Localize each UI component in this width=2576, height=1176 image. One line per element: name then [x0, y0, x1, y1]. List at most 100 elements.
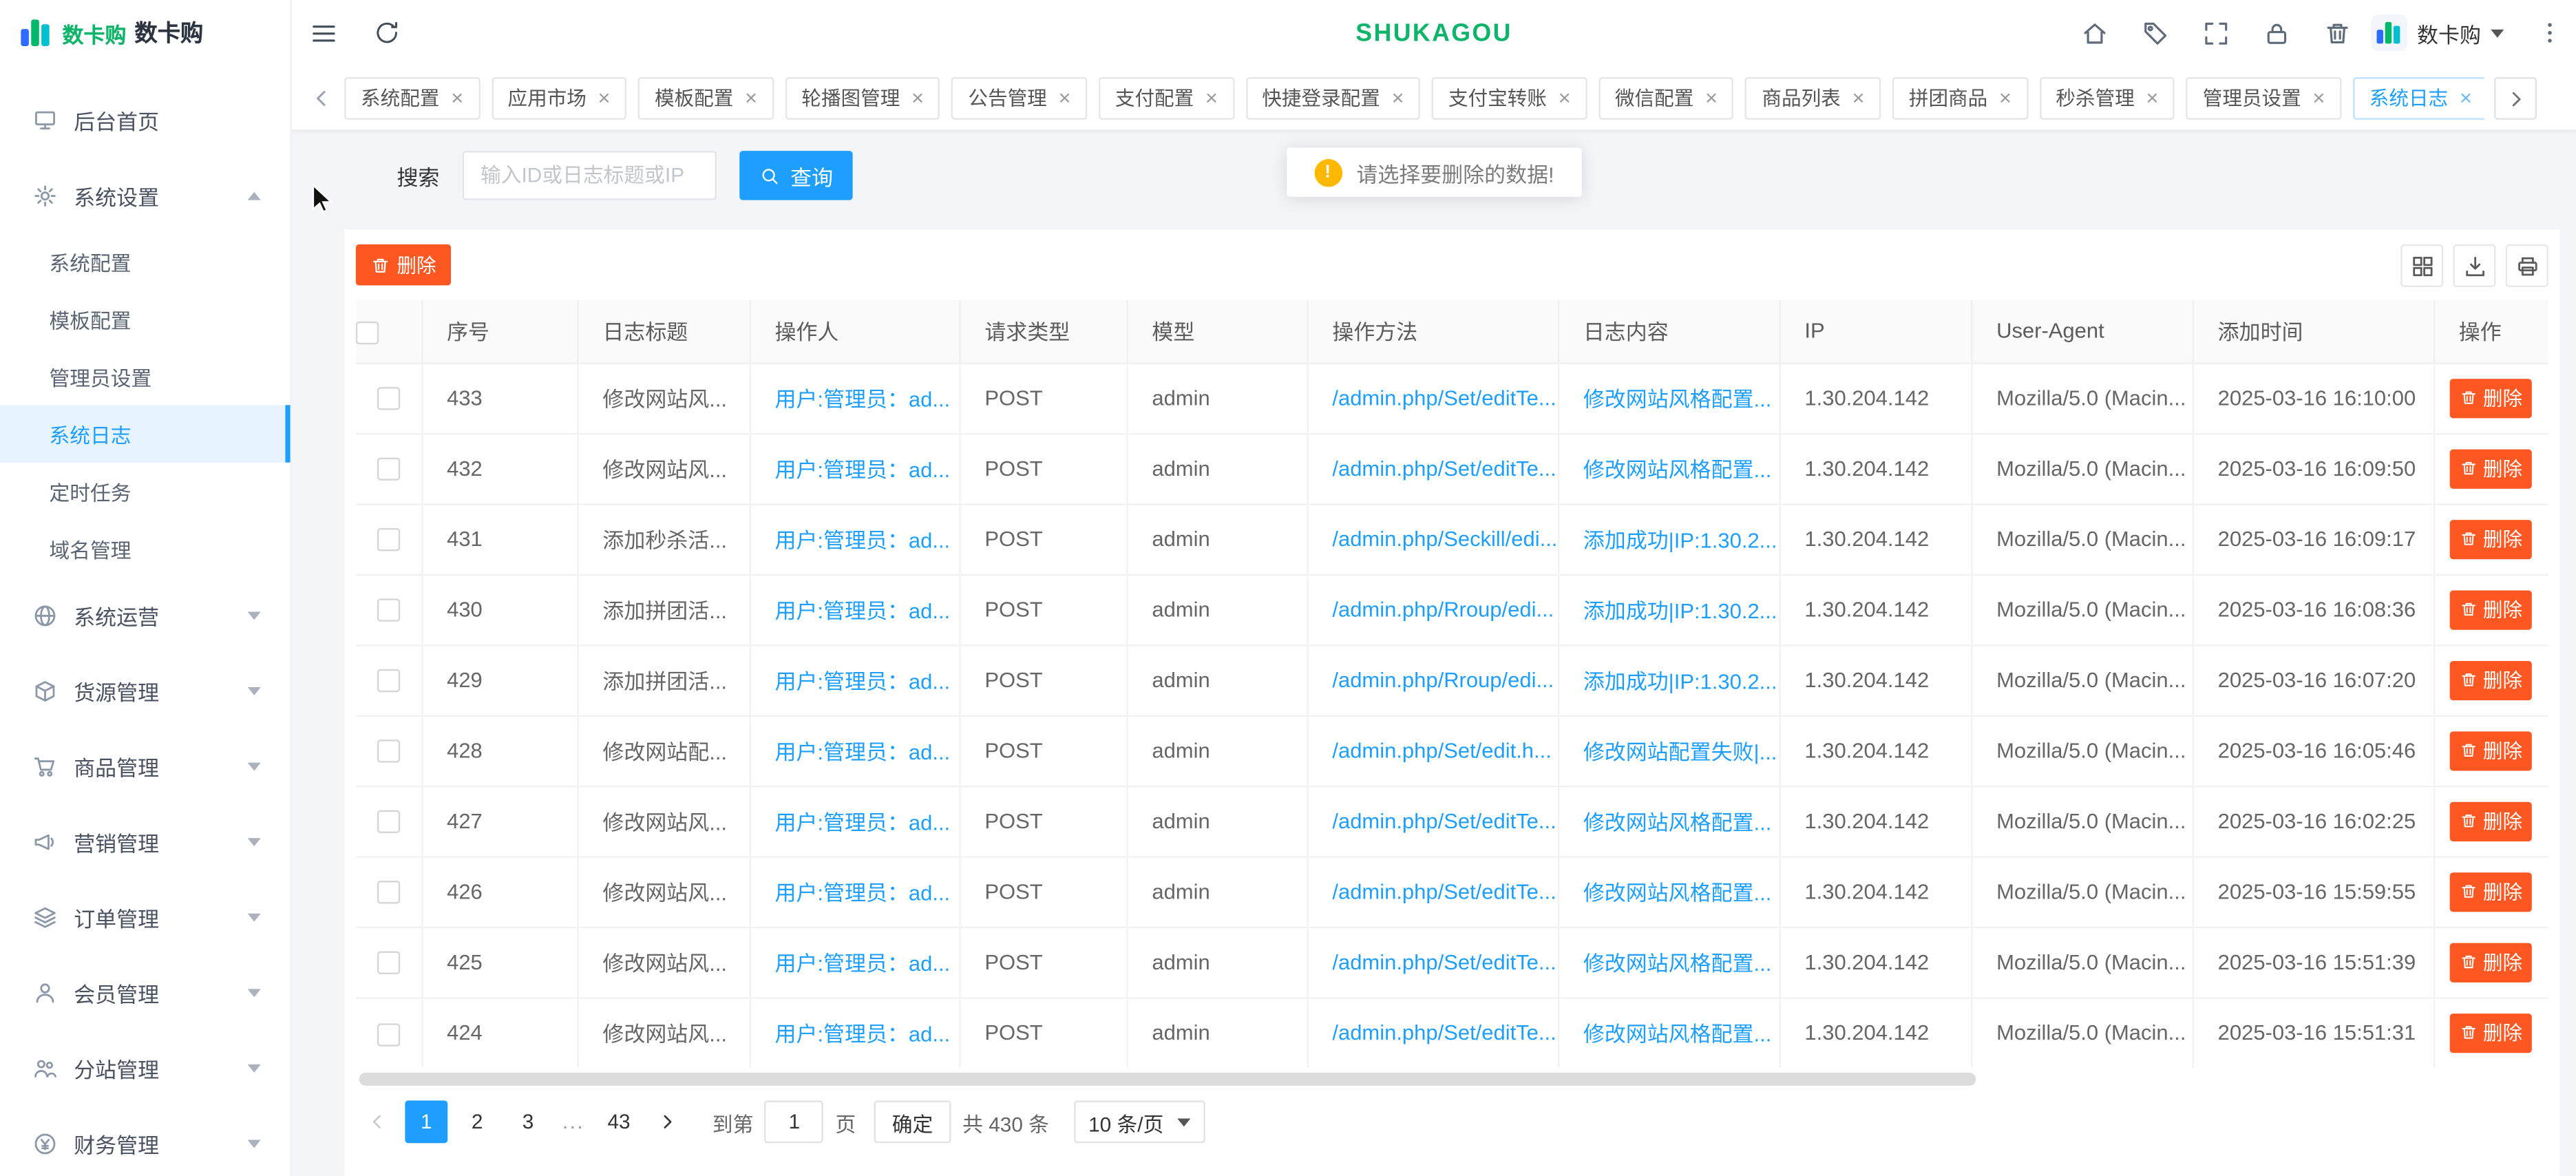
row-delete-button[interactable]: 删除 — [2450, 731, 2532, 770]
sidebar-item-product-management[interactable]: 商品管理 — [0, 728, 291, 804]
cell-action-link[interactable]: /admin.php/Set/editTe... — [1307, 997, 1557, 1067]
collapse-sidebar-button[interactable] — [292, 0, 356, 65]
cell-action-link[interactable]: /admin.php/Set/editTe... — [1307, 362, 1557, 432]
cell-content-link[interactable]: 添加成功|IP:1.30.2... — [1558, 503, 1780, 574]
row-checkbox[interactable] — [377, 599, 399, 622]
sidebar-item-system-config[interactable]: 系统配置 — [0, 233, 291, 290]
sidebar-item-marketing-management[interactable]: 营销管理 — [0, 804, 291, 879]
tab-close-icon[interactable]: × — [1392, 87, 1404, 108]
tab[interactable]: 支付宝转账 × — [1432, 76, 1587, 119]
cell-content-link[interactable]: 修改网站风格配置... — [1558, 927, 1780, 997]
cell-action-link[interactable]: /admin.php/Set/edit.h... — [1307, 715, 1557, 786]
sidebar-item-home[interactable]: 后台首页 — [0, 82, 291, 158]
sidebar-item-member-management[interactable]: 会员管理 — [0, 954, 291, 1030]
row-checkbox[interactable] — [377, 740, 399, 763]
pagination-next-icon[interactable] — [648, 1100, 688, 1143]
row-delete-button[interactable]: 删除 — [2450, 801, 2532, 841]
cell-operator-link[interactable]: 用户:管理员：ad... — [750, 997, 960, 1067]
tab-close-icon[interactable]: × — [1205, 87, 1218, 108]
goto-page-input[interactable] — [765, 1100, 824, 1143]
sidebar-item-system-settings[interactable]: 系统设置 — [0, 158, 291, 233]
cell-content-link[interactable]: 修改网站风格配置... — [1558, 856, 1780, 926]
row-delete-button[interactable]: 删除 — [2450, 448, 2532, 487]
tab[interactable]: 支付配置 × — [1099, 76, 1234, 119]
cell-action-link[interactable]: /admin.php/Rroup/edi... — [1307, 644, 1557, 715]
row-delete-button[interactable]: 删除 — [2450, 589, 2532, 629]
tab[interactable]: 快捷登录配置 × — [1246, 76, 1421, 119]
tabs-scroll-left-icon[interactable] — [308, 85, 335, 112]
tab[interactable]: 拼团商品 × — [1892, 76, 2028, 119]
tab[interactable]: 商品列表 × — [1746, 76, 1881, 119]
sidebar-item-substation-management[interactable]: 分站管理 — [0, 1030, 291, 1106]
refresh-button[interactable] — [356, 0, 419, 65]
cell-operator-link[interactable]: 用户:管理员：ad... — [750, 715, 960, 786]
query-button[interactable]: 查询 — [739, 151, 852, 200]
tab[interactable]: 模板配置 × — [638, 76, 774, 119]
tag-icon[interactable] — [2142, 19, 2169, 46]
fullscreen-icon[interactable] — [2202, 19, 2230, 46]
row-checkbox[interactable] — [377, 952, 399, 974]
row-delete-button[interactable]: 删除 — [2450, 519, 2532, 558]
cell-operator-link[interactable]: 用户:管理员：ad... — [750, 786, 960, 856]
tab-close-icon[interactable]: × — [1705, 87, 1718, 108]
sidebar-item-system-operations[interactable]: 系统运营 — [0, 577, 291, 653]
tab[interactable]: 公告管理 × — [952, 76, 1088, 119]
cell-action-link[interactable]: /admin.php/Set/editTe... — [1307, 433, 1557, 503]
row-checkbox[interactable] — [377, 1022, 399, 1045]
print-icon[interactable] — [2506, 244, 2548, 287]
cell-action-link[interactable]: /admin.php/Seckill/edi... — [1307, 503, 1557, 574]
row-delete-button[interactable]: 删除 — [2450, 660, 2532, 700]
cell-action-link[interactable]: /admin.php/Set/editTe... — [1307, 927, 1557, 997]
cell-content-link[interactable]: 添加成功|IP:1.30.2... — [1558, 574, 1780, 644]
tab[interactable]: 微信配置 × — [1598, 76, 1734, 119]
search-input[interactable] — [463, 151, 717, 200]
cell-action-link[interactable]: /admin.php/Set/editTe... — [1307, 786, 1557, 856]
cell-operator-link[interactable]: 用户:管理员：ad... — [750, 433, 960, 503]
delete-button[interactable]: 删除 — [356, 244, 451, 286]
cell-operator-link[interactable]: 用户:管理员：ad... — [750, 927, 960, 997]
tab-close-icon[interactable]: × — [1852, 87, 1864, 108]
row-delete-button[interactable]: 删除 — [2450, 872, 2532, 911]
tab[interactable]: 轮播图管理 × — [785, 76, 940, 119]
sidebar-item-admin-settings[interactable]: 管理员设置 — [0, 348, 291, 405]
cell-content-link[interactable]: 修改网站风格配置... — [1558, 433, 1780, 503]
tab-close-icon[interactable]: × — [451, 87, 463, 108]
cell-content-link[interactable]: 修改网站风格配置... — [1558, 786, 1780, 856]
tab[interactable]: 秒杀管理 × — [2040, 76, 2175, 119]
goto-confirm-button[interactable]: 确定 — [874, 1100, 951, 1143]
tab-close-icon[interactable]: × — [1559, 87, 1571, 108]
tab-close-icon[interactable]: × — [2312, 87, 2325, 108]
cell-operator-link[interactable]: 用户:管理员：ad... — [750, 362, 960, 432]
horizontal-scrollbar[interactable] — [359, 1073, 2545, 1086]
cell-action-link[interactable]: /admin.php/Set/editTe... — [1307, 856, 1557, 926]
tab-close-icon[interactable]: × — [911, 87, 924, 108]
row-delete-button[interactable]: 删除 — [2450, 1013, 2532, 1052]
row-checkbox[interactable] — [377, 881, 399, 904]
sidebar-item-order-management[interactable]: 订单管理 — [0, 879, 291, 955]
filter-columns-icon[interactable] — [2400, 244, 2443, 287]
tab[interactable]: 系统配置 × — [344, 76, 480, 119]
pagination-page-2[interactable]: 2 — [456, 1100, 498, 1143]
sidebar-item-supply-management[interactable]: 货源管理 — [0, 653, 291, 728]
row-checkbox[interactable] — [377, 670, 399, 693]
tab-close-icon[interactable]: × — [598, 87, 611, 108]
cell-content-link[interactable]: 修改网站风格配置... — [1558, 997, 1780, 1067]
tab-close-icon[interactable]: × — [1058, 87, 1070, 108]
pagination-page-3[interactable]: 3 — [507, 1100, 549, 1143]
user-menu[interactable]: 数卡购 — [2371, 14, 2504, 50]
app-logo[interactable]: 数卡购 数卡购 — [0, 0, 291, 65]
sidebar-item-domain-management[interactable]: 域名管理 — [0, 520, 291, 577]
page-size-select[interactable]: 10 条/页 — [1074, 1100, 1205, 1143]
row-checkbox[interactable] — [377, 458, 399, 481]
cell-operator-link[interactable]: 用户:管理员：ad... — [750, 503, 960, 574]
row-checkbox[interactable] — [377, 529, 399, 552]
row-checkbox[interactable] — [377, 388, 399, 410]
cell-operator-link[interactable]: 用户:管理员：ad... — [750, 644, 960, 715]
export-icon[interactable] — [2453, 244, 2495, 287]
pagination-page-1[interactable]: 1 — [405, 1100, 447, 1143]
cell-content-link[interactable]: 修改网站风格配置... — [1558, 362, 1780, 432]
sidebar-item-cron-tasks[interactable]: 定时任务 — [0, 463, 291, 520]
tab[interactable]: 应用市场 × — [492, 76, 627, 119]
lock-icon[interactable] — [2263, 19, 2290, 46]
row-delete-button[interactable]: 删除 — [2450, 942, 2532, 981]
